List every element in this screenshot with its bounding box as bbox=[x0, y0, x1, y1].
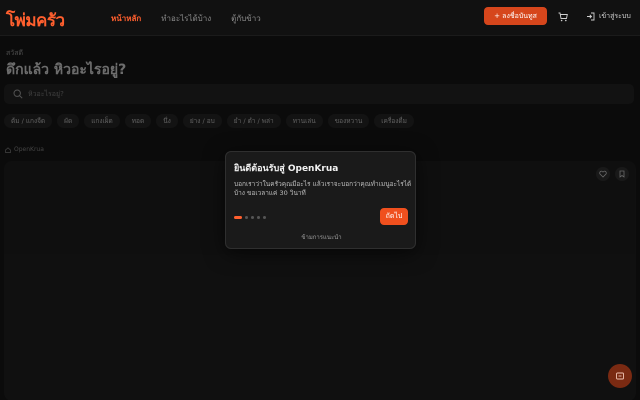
step-dot bbox=[234, 216, 242, 219]
step-dot bbox=[257, 216, 260, 219]
login-label: เข้าสู่ระบบ bbox=[599, 12, 631, 20]
chip-fried[interactable]: ทอด bbox=[124, 114, 152, 128]
source-label: OpenKrua bbox=[5, 146, 44, 153]
top-header: โพ่มครัว หน้าหลัก ทำอะไรได้บ้าง ตู้กับข้… bbox=[0, 0, 640, 36]
modal-title: ยินดีต้อนรับสู่ OpenKrua bbox=[234, 164, 339, 174]
search-box bbox=[4, 84, 634, 104]
login-icon bbox=[587, 12, 595, 21]
chip-soup[interactable]: ต้ม / แกงจืด bbox=[4, 114, 53, 128]
heart-icon bbox=[599, 170, 607, 178]
chip-curry[interactable]: แกงเผ็ด bbox=[84, 114, 120, 128]
app-logo[interactable]: โพ่มครัว bbox=[6, 7, 65, 34]
bookmark-icon bbox=[619, 170, 625, 178]
chip-drinks[interactable]: เครื่องดื่ม bbox=[374, 114, 414, 128]
favorite-button[interactable] bbox=[596, 167, 610, 181]
nav-what-can-i-make[interactable]: ทำอะไรได้บ้าง bbox=[161, 12, 211, 25]
next-label: ถัดไป bbox=[385, 212, 403, 220]
chat-icon bbox=[616, 372, 624, 380]
step-dot bbox=[251, 216, 254, 219]
chip-salad[interactable]: ยำ / ตำ / พล่า bbox=[226, 114, 281, 128]
next-button[interactable]: ถัดไป bbox=[380, 208, 408, 225]
search-input[interactable] bbox=[28, 87, 608, 101]
nav-home[interactable]: หน้าหลัก bbox=[111, 12, 141, 25]
skip-tour-link[interactable]: ข้ามการแนะนำ bbox=[226, 232, 417, 242]
chip-stir-fry[interactable]: ผัด bbox=[57, 114, 80, 128]
main-nav: หน้าหลัก ทำอะไรได้บ้าง ตู้กับข้าว bbox=[111, 12, 261, 25]
step-dot bbox=[263, 216, 266, 219]
greeting-text: สวัสดี bbox=[6, 49, 24, 57]
step-dot bbox=[245, 216, 248, 219]
chip-grilled[interactable]: ย่าง / อบ bbox=[182, 114, 222, 128]
home-icon bbox=[5, 146, 11, 153]
signup-button[interactable]: + ลงชื่อบันทูส bbox=[484, 7, 547, 25]
cart-icon[interactable] bbox=[558, 12, 568, 22]
signup-label: + ลงชื่อบันทูส bbox=[494, 11, 537, 20]
search-icon bbox=[13, 89, 23, 99]
bookmark-button[interactable] bbox=[615, 167, 629, 181]
step-indicator bbox=[234, 216, 266, 219]
nav-pantry[interactable]: ตู้กับข้าว bbox=[231, 12, 261, 25]
floating-action-button[interactable] bbox=[608, 364, 632, 388]
source-name: OpenKrua bbox=[14, 146, 44, 153]
chip-dessert[interactable]: ของหวาน bbox=[327, 114, 370, 128]
category-chips: ต้ม / แกงจืด ผัด แกงเผ็ด ทอด นึ่ง ย่าง /… bbox=[4, 114, 414, 128]
chip-steamed[interactable]: นึ่ง bbox=[156, 114, 178, 128]
modal-body: บอกเราว่าในครัวคุณมีอะไร แล้วเราจะบอกว่า… bbox=[234, 180, 412, 197]
chip-snack[interactable]: ทานเล่น bbox=[285, 114, 323, 128]
login-link[interactable]: เข้าสู่ระบบ bbox=[586, 11, 631, 22]
page-title: ดึกแล้ว หิวอะไรอยู่? bbox=[6, 62, 127, 78]
onboarding-modal: ยินดีต้อนรับสู่ OpenKrua บอกเราว่าในครัว… bbox=[225, 151, 416, 249]
